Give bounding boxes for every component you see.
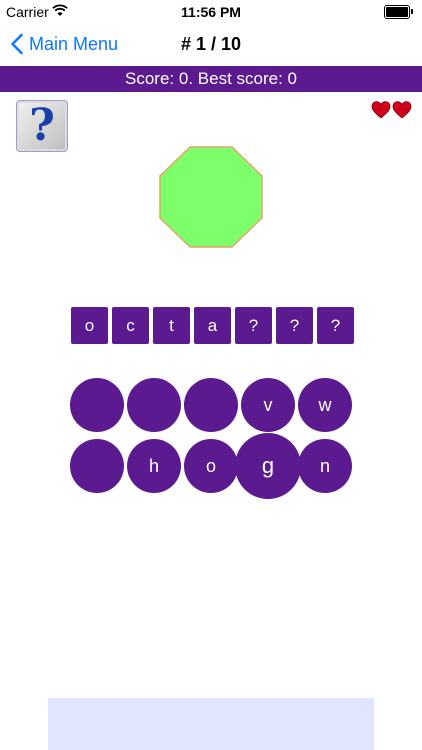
answer-slot[interactable]: c [112, 307, 149, 344]
page-title: # 1 / 10 [180, 34, 242, 54]
letter-button[interactable] [70, 439, 124, 493]
heart-icon [392, 101, 412, 119]
octagon-shape [159, 146, 263, 248]
answer-slot[interactable]: ? [276, 307, 313, 344]
answer-slot[interactable]: t [153, 307, 190, 344]
score-banner: Score: 0. Best score: 0 [0, 66, 422, 92]
answer-slot[interactable]: ? [317, 307, 354, 344]
battery-icon [384, 5, 413, 19]
heart-icon [371, 101, 391, 119]
letter-button[interactable] [184, 378, 238, 432]
navigation-bar: Main Menu # 1 / 10 [0, 22, 422, 66]
hint-button[interactable]: ? [16, 100, 68, 152]
letter-button[interactable]: n [298, 439, 352, 493]
clock: 11:56 PM [181, 4, 241, 20]
answer-slot[interactable]: o [71, 307, 108, 344]
letter-button[interactable]: h [127, 439, 181, 493]
letter-button[interactable] [70, 378, 124, 432]
letter-button[interactable]: w [298, 378, 352, 432]
letter-button[interactable]: o [184, 439, 238, 493]
ad-banner[interactable] [48, 698, 374, 750]
letter-button[interactable]: v [241, 378, 295, 432]
letter-button[interactable]: g [235, 433, 301, 499]
letter-button[interactable] [127, 378, 181, 432]
answer-slot[interactable]: a [194, 307, 231, 344]
question-mark-icon: ? [29, 100, 55, 151]
lives-indicator [371, 100, 412, 120]
answer-slot[interactable]: ? [235, 307, 272, 344]
answer-slots: o c t a ? ? ? [71, 307, 354, 344]
status-bar: Carrier 11:56 PM [0, 0, 422, 22]
